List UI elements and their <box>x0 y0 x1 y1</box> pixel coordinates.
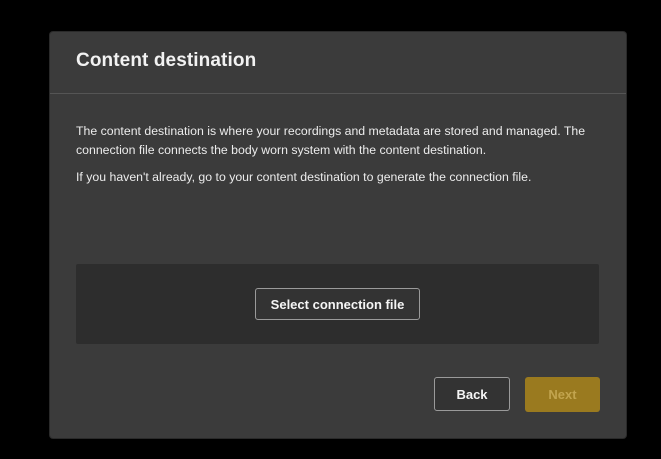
select-connection-file-button[interactable]: Select connection file <box>254 288 421 320</box>
connection-file-area: Select connection file <box>76 264 599 344</box>
dialog-footer: Back Next <box>434 377 600 412</box>
dialog-instructions: If you haven't already, go to your conte… <box>76 170 532 184</box>
dialog-title: Content destination <box>76 50 257 71</box>
next-button[interactable]: Next <box>525 377 600 412</box>
content-destination-dialog: Content destination The content destinat… <box>50 32 626 438</box>
dialog-header: Content destination <box>50 32 626 94</box>
dialog-body: The content destination is where your re… <box>50 94 626 187</box>
back-button[interactable]: Back <box>434 377 510 411</box>
dialog-description: The content destination is where your re… <box>76 124 586 157</box>
